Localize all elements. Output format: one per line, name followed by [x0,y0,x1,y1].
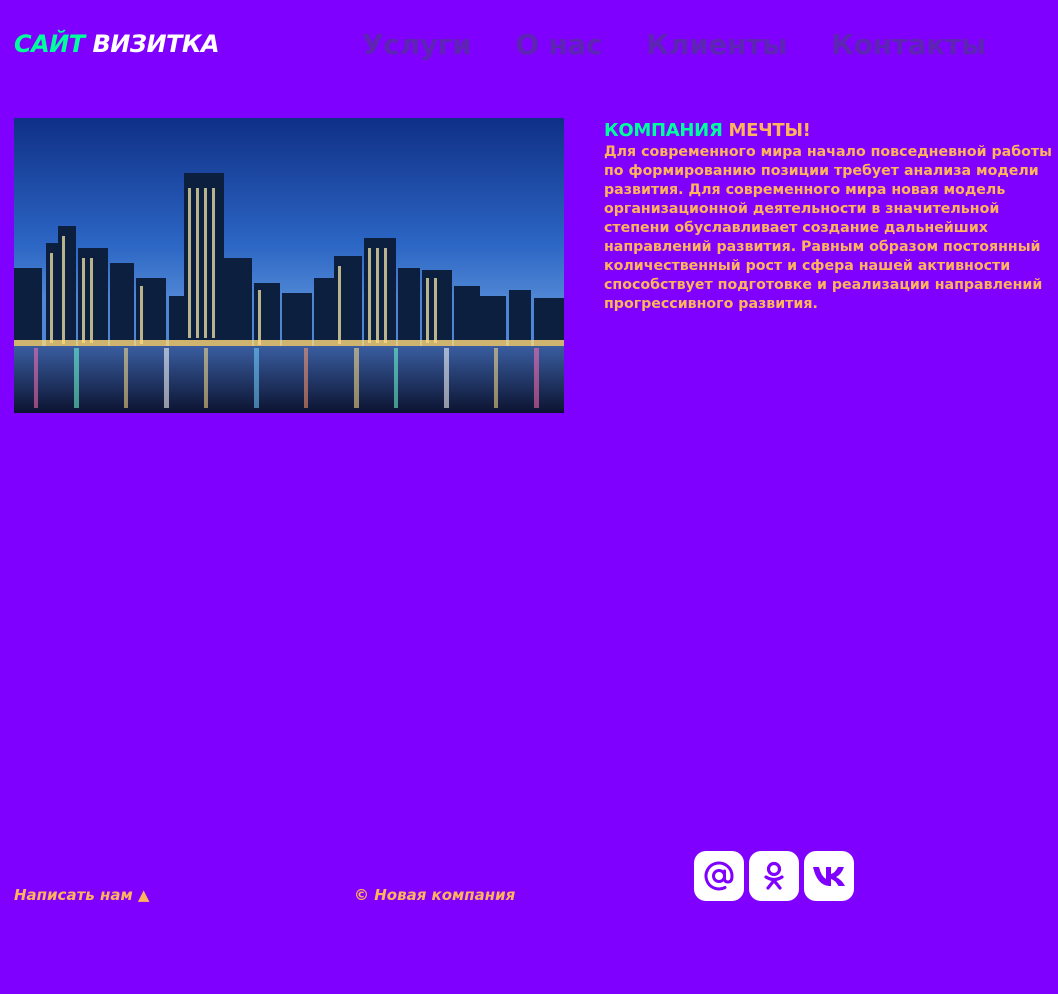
main-nav: Услуги О нас Клиенты Контакты [362,28,986,61]
nav-item-contacts[interactable]: Контакты [831,28,986,61]
logo-word-2: ВИЗИТКА [92,30,220,58]
mail-at-icon [704,861,734,891]
write-to-us-link[interactable]: Написать нам ▲ [14,886,149,904]
vk-icon [813,867,845,886]
logo-word-1: САЙТ [14,30,85,58]
odnoklassniki-icon [764,861,784,890]
title-part-1: КОМПАНИЯ [604,120,723,141]
about-section: КОМПАНИЯ МЕЧТЫ! Для современного мира на… [604,120,1056,314]
copyright-text: © Новая компания [354,886,516,904]
skyline-illustration [14,118,564,413]
nav-item-services[interactable]: Услуги [362,28,472,61]
site-logo[interactable]: САЙТ ВИЗИТКА [14,30,220,58]
section-body: Для современного мира начало повседневно… [604,144,1052,312]
title-part-2: МЕЧТЫ! [728,120,811,141]
social-links [694,851,854,901]
nav-item-clients[interactable]: Клиенты [646,28,787,61]
odnoklassniki-button[interactable] [749,851,799,901]
city-skyline-image [14,118,564,413]
nav-item-about[interactable]: О нас [515,28,602,61]
mail-at-button[interactable] [694,851,744,901]
vk-button[interactable] [804,851,854,901]
section-title: КОМПАНИЯ МЕЧТЫ! [604,120,1056,141]
